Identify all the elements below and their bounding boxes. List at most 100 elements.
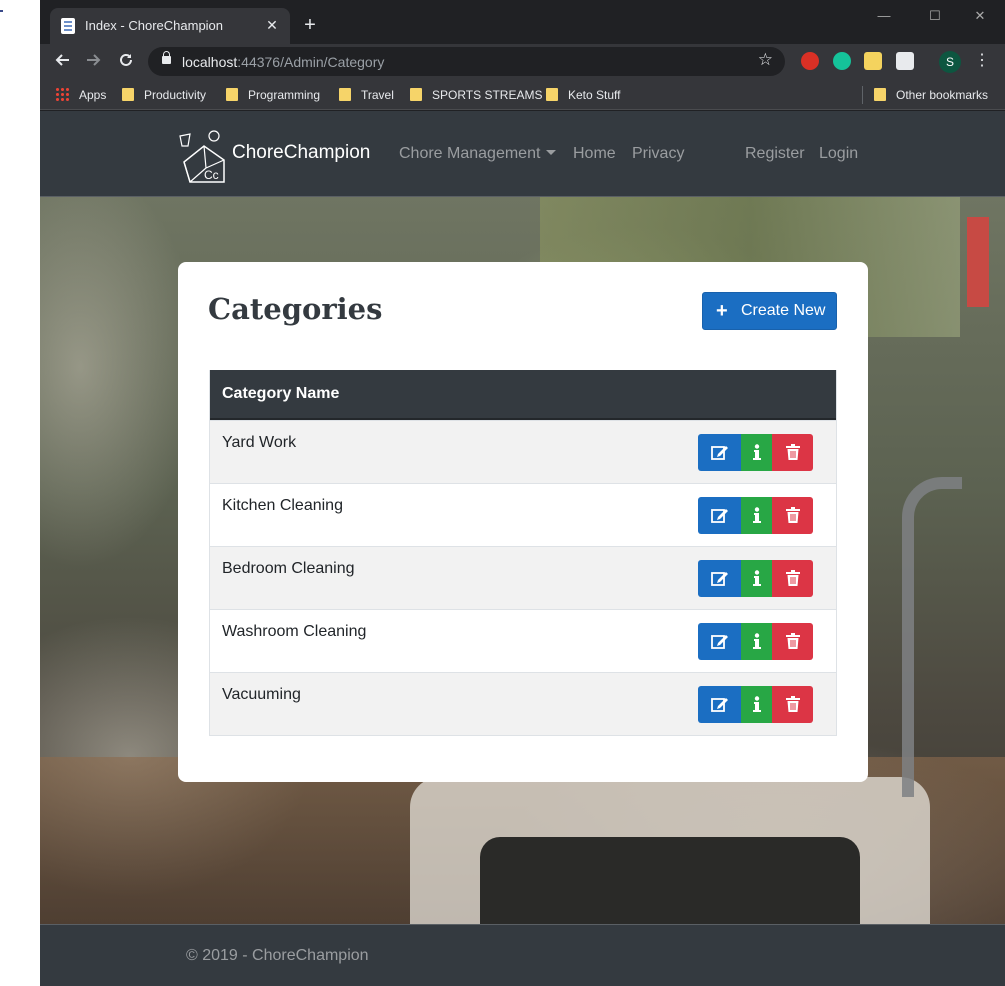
table-header-category-name: Category Name — [210, 370, 836, 420]
category-name-cell: Washroom Cleaning — [222, 623, 367, 640]
edit-icon — [710, 572, 728, 586]
new-tab-button[interactable]: + — [298, 13, 322, 37]
details-button[interactable] — [741, 686, 772, 723]
edit-button[interactable] — [698, 497, 741, 534]
create-new-label: Create New — [741, 302, 826, 319]
folder-icon — [122, 88, 134, 101]
edit-button[interactable] — [698, 686, 741, 723]
create-new-button[interactable]: + Create New — [702, 292, 837, 330]
plus-icon: + — [716, 300, 728, 322]
trash-icon — [785, 444, 800, 460]
edit-icon — [710, 635, 728, 649]
apps-grid-icon — [55, 87, 69, 101]
categories-table: Category Name Yard Work Kitchen Cleaning — [209, 370, 837, 736]
maximize-button[interactable]: ☐ — [912, 4, 958, 28]
nav-home[interactable]: Home — [573, 145, 616, 163]
folder-icon — [546, 88, 558, 101]
nav-privacy[interactable]: Privacy — [632, 145, 684, 163]
categories-card: Categories + Create New Category Name Ya… — [178, 262, 868, 782]
background-flag-decor — [967, 217, 989, 307]
chorechampion-logo[interactable]: Cc — [176, 124, 231, 184]
bookmark-travel[interactable]: Travel — [339, 86, 394, 104]
site-footer: © 2019 - ChoreChampion — [40, 924, 1005, 986]
address-bar[interactable]: localhost:44376/Admin/Category ☆ — [148, 47, 785, 76]
footer-copyright: © 2019 - ChoreChampion — [186, 947, 369, 964]
svg-text:Cc: Cc — [204, 168, 219, 182]
bookmarks-separator — [862, 86, 863, 104]
trash-icon — [785, 633, 800, 649]
details-button[interactable] — [741, 560, 772, 597]
edit-icon — [710, 509, 728, 523]
forward-arrow-icon — [87, 54, 101, 66]
folder-icon — [226, 88, 238, 101]
bookmark-apps[interactable]: Apps — [55, 86, 106, 104]
browser-tab-active[interactable]: Index - ChoreChampion ✕ — [50, 8, 290, 44]
url-text: localhost:44376/Admin/Category — [182, 54, 385, 70]
reload-icon — [120, 53, 132, 66]
edit-button[interactable] — [698, 623, 741, 660]
category-name-cell: Vacuuming — [222, 686, 301, 703]
table-row: Yard Work — [210, 420, 836, 483]
bookmark-sports-streams[interactable]: SPORTS STREAMS — [410, 86, 542, 104]
background-faucet-decor — [902, 477, 962, 797]
back-button[interactable] — [48, 48, 76, 76]
tab-title: Index - ChoreChampion — [85, 18, 224, 33]
category-name-cell: Bedroom Cleaning — [222, 560, 355, 577]
table-row: Bedroom Cleaning — [210, 546, 836, 609]
house-logo-icon: Cc — [179, 130, 225, 183]
reload-button[interactable] — [112, 48, 140, 76]
delete-button[interactable] — [772, 623, 813, 660]
bookmarks-bar: Apps Productivity Programming Travel SPO… — [40, 80, 1005, 110]
page-favicon-icon — [61, 18, 75, 34]
profile-avatar[interactable]: S — [939, 51, 961, 73]
details-button[interactable] — [741, 434, 772, 471]
extension-adblock-icon[interactable] — [801, 52, 819, 70]
extension-download-icon[interactable] — [896, 52, 914, 70]
row-actions — [698, 560, 813, 597]
table-row: Vacuuming — [210, 672, 836, 735]
forward-button[interactable] — [80, 48, 108, 76]
browser-window: Index - ChoreChampion ✕ + — ☐ ✕ localhos… — [40, 0, 1005, 986]
edit-icon — [710, 446, 728, 460]
delete-button[interactable] — [772, 434, 813, 471]
dropdown-caret-icon — [546, 150, 557, 155]
extension-grammarly-icon[interactable] — [833, 52, 851, 70]
bookmark-other[interactable]: Other bookmarks — [874, 86, 988, 104]
nav-chore-management-dropdown[interactable]: Chore Management — [399, 145, 557, 163]
edit-button[interactable] — [698, 434, 741, 471]
tab-strip: Index - ChoreChampion ✕ + — ☐ ✕ — [40, 0, 1005, 44]
delete-button[interactable] — [772, 686, 813, 723]
bookmark-star-icon[interactable]: ☆ — [758, 50, 773, 70]
delete-button[interactable] — [772, 497, 813, 534]
table-row: Washroom Cleaning — [210, 609, 836, 672]
minimize-button[interactable]: — — [861, 4, 907, 28]
info-icon — [752, 696, 761, 712]
folder-icon — [410, 88, 422, 101]
bookmark-keto-stuff[interactable]: Keto Stuff — [546, 86, 620, 104]
trash-icon — [785, 507, 800, 523]
table-row: Kitchen Cleaning — [210, 483, 836, 546]
edit-button[interactable] — [698, 560, 741, 597]
site-brand[interactable]: ChoreChampion — [232, 142, 370, 164]
background-basin-decor — [480, 837, 860, 924]
delete-button[interactable] — [772, 560, 813, 597]
nav-login[interactable]: Login — [819, 145, 858, 163]
details-button[interactable] — [741, 497, 772, 534]
bookmark-productivity[interactable]: Productivity — [122, 86, 206, 104]
stray-pixel — [0, 10, 3, 12]
browser-toolbar: localhost:44376/Admin/Category ☆ S ⋮ — [40, 44, 1005, 80]
trash-icon — [785, 696, 800, 712]
bookmark-programming[interactable]: Programming — [226, 86, 320, 104]
lock-icon — [162, 51, 171, 64]
details-button[interactable] — [741, 623, 772, 660]
row-actions — [698, 623, 813, 660]
info-icon — [752, 507, 761, 523]
nav-register[interactable]: Register — [745, 145, 805, 163]
tab-close-icon[interactable]: ✕ — [262, 15, 282, 35]
browser-menu-icon[interactable]: ⋮ — [974, 50, 990, 74]
kitchen-background-image: Categories + Create New Category Name Ya… — [40, 197, 1005, 924]
folder-icon — [874, 88, 886, 101]
close-window-button[interactable]: ✕ — [957, 4, 1003, 28]
extension-image-icon[interactable] — [864, 52, 882, 70]
row-actions — [698, 434, 813, 471]
